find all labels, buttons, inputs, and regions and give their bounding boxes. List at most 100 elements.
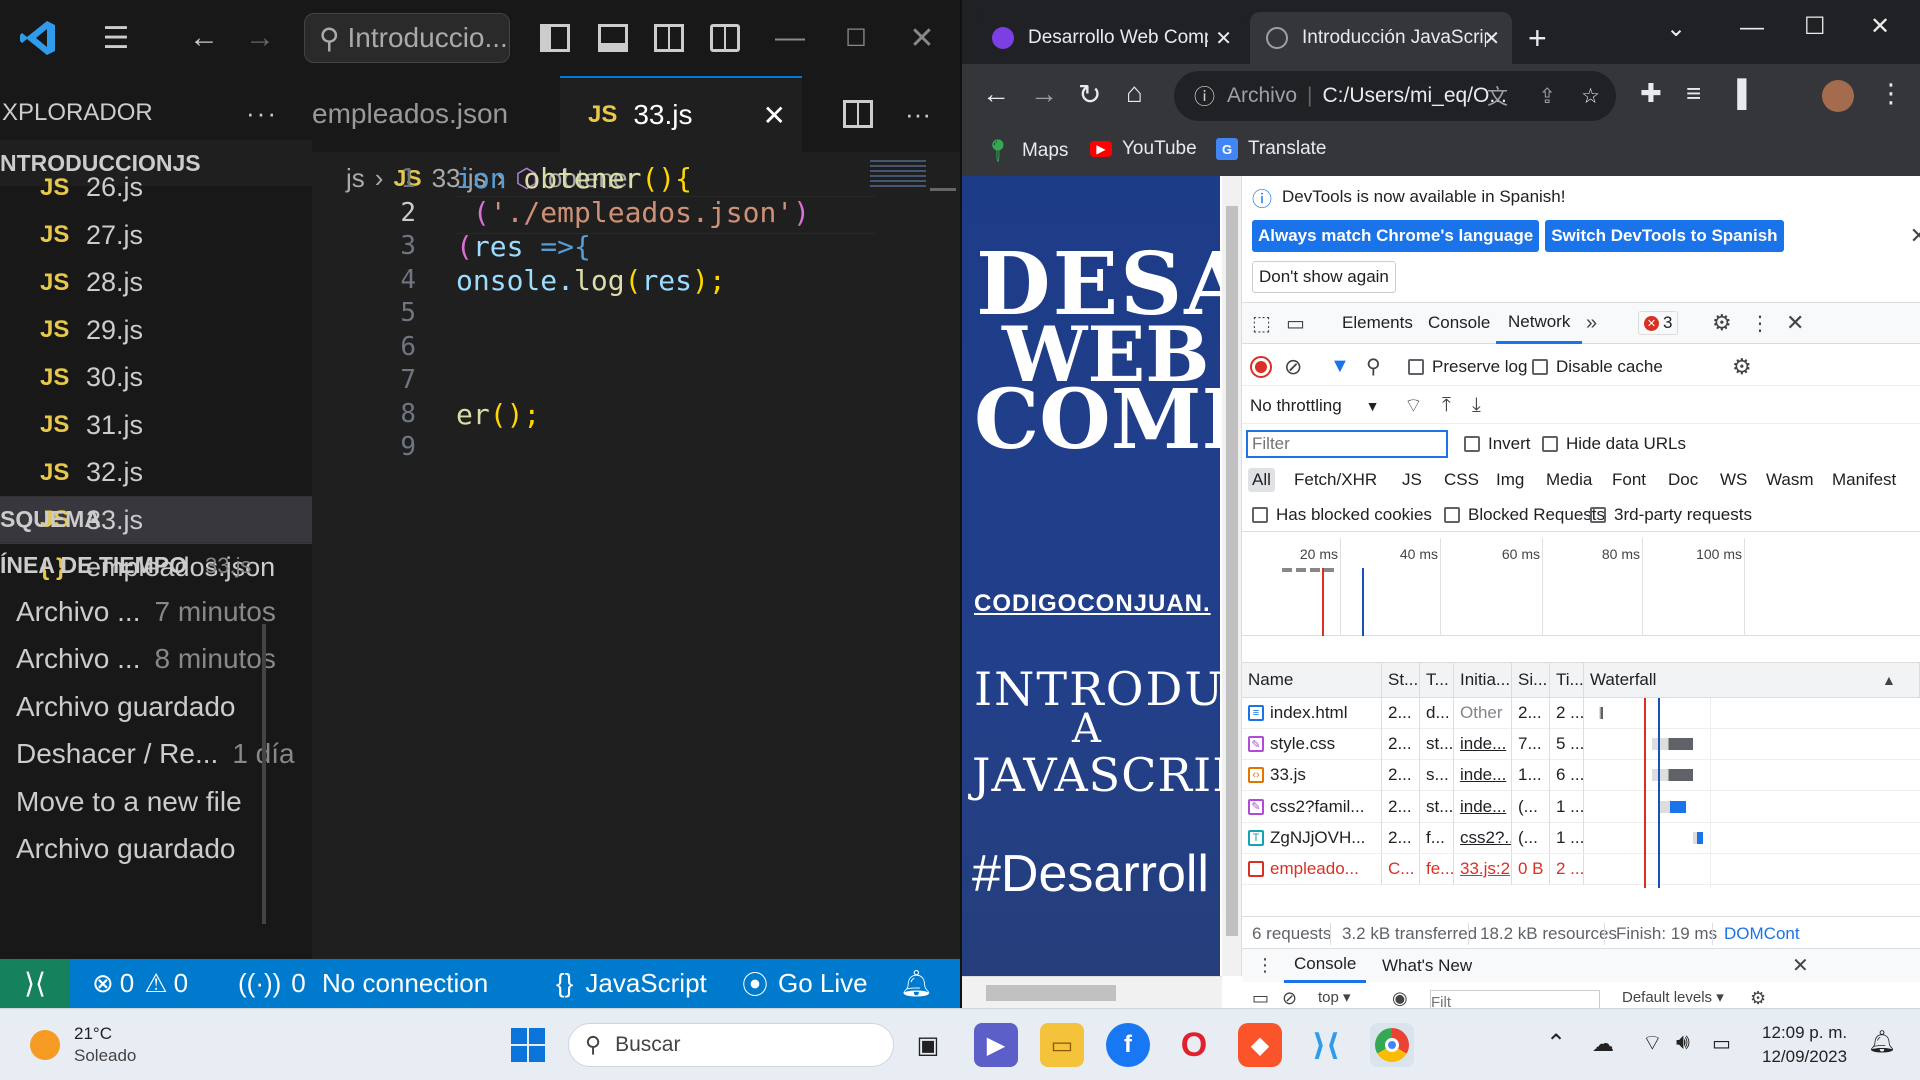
type-filter-media[interactable]: Media	[1542, 468, 1596, 492]
request-init[interactable]: css2?...	[1454, 822, 1512, 854]
network-settings-icon[interactable]: ⚙	[1732, 354, 1752, 380]
editor-more-icon[interactable]: ···	[898, 94, 938, 134]
console-filter-input[interactable]	[1430, 990, 1600, 1008]
close-window-icon[interactable]: ✕	[1870, 12, 1890, 41]
notifications-icon[interactable]: 🔔︎	[900, 959, 933, 1008]
command-center-search[interactable]: ⚲ Introduccio...	[304, 13, 510, 63]
problems-button[interactable]: ⊗ 0 ⚠ 0	[92, 959, 188, 1008]
drawer-tab-whats-new[interactable]: What's New	[1382, 956, 1472, 976]
file-tree-item[interactable]: JS 27.js	[0, 212, 312, 259]
minimap[interactable]	[870, 160, 926, 190]
brave-icon[interactable]: ◆	[1238, 1023, 1282, 1067]
share-icon[interactable]: ⇪	[1538, 84, 1556, 109]
more-tabs-icon[interactable]: »	[1586, 312, 1597, 335]
column-header-col3[interactable]: Initia...	[1454, 662, 1512, 698]
connection-status[interactable]: No connection	[322, 959, 488, 1008]
devtools-left-scrollbar[interactable]	[1222, 176, 1242, 976]
sidebar-toggle-icon[interactable]: ▭	[1252, 988, 1269, 1008]
editor-scrollbar[interactable]	[930, 188, 956, 191]
blocked-requests-checkbox[interactable]: Blocked Requests	[1444, 505, 1605, 525]
outline-header[interactable]: SQUEMA	[0, 496, 312, 542]
file-tree-item[interactable]: JS 32.js	[0, 449, 312, 496]
drawer-tab-console[interactable]: Console	[1284, 949, 1367, 983]
clear-console-icon[interactable]: ⊘	[1282, 988, 1297, 1008]
type-filter-font[interactable]: Font	[1608, 468, 1650, 492]
maximize-icon[interactable]: ☐	[1804, 12, 1826, 41]
close-tab-icon[interactable]: ✕	[1483, 26, 1500, 51]
device-toolbar-icon[interactable]: ▭	[1286, 311, 1305, 336]
home-icon[interactable]: ⌂	[1126, 77, 1143, 109]
clock[interactable]: 12:09 p. m. 12/09/2023	[1762, 1021, 1847, 1069]
taskbar-search[interactable]: ⚲ Buscar	[568, 1023, 894, 1067]
close-infobar-icon[interactable]: ✕	[1910, 223, 1920, 249]
tab-console[interactable]: Console	[1428, 313, 1490, 333]
network-error-icon[interactable]: ☁	[1592, 1031, 1614, 1057]
close-window-icon[interactable]: ✕	[902, 18, 942, 58]
column-header-col2[interactable]: T...	[1420, 662, 1454, 698]
network-overview-timeline[interactable]: 20 ms 40 ms 60 ms 80 ms 100 ms	[1242, 538, 1920, 636]
customize-layout-icon[interactable]	[706, 20, 744, 56]
side-panel-icon[interactable]: ▐	[1728, 78, 1746, 109]
menu-icon[interactable]: ☰	[96, 18, 136, 58]
close-devtools-icon[interactable]: ✕	[1786, 310, 1804, 336]
tab-introduccion-javascript[interactable]: Introducción JavaScrip ✕	[1250, 12, 1512, 64]
network-request-row[interactable]: empleado... C... fe... 33.js:2 0 B2 ...	[1242, 853, 1920, 885]
timeline-item[interactable]: Archivo guardado	[16, 683, 249, 730]
profile-avatar[interactable]	[1822, 80, 1854, 112]
show-hidden-icons-chevron-icon[interactable]: ⌃	[1546, 1029, 1566, 1058]
request-init[interactable]: inde...	[1454, 791, 1512, 823]
back-arrow-icon[interactable]: ←	[982, 78, 1010, 110]
close-tab-icon[interactable]: ✕	[1215, 26, 1232, 51]
notification-center-icon[interactable]: 🔔︎	[1868, 1029, 1896, 1055]
volume-icon[interactable]: 🔊︎	[1676, 1029, 1690, 1055]
translate-icon[interactable]: 文	[1487, 81, 1508, 111]
opera-icon[interactable]: O	[1172, 1023, 1216, 1067]
toggle-secondary-sidebar-icon[interactable]	[650, 20, 688, 56]
column-header-waterfall[interactable]: Waterfall	[1584, 662, 1920, 698]
weather-widget[interactable]: 21°C Soleado	[30, 1023, 136, 1067]
bookmark-star-icon[interactable]: ☆	[1581, 84, 1600, 109]
close-drawer-icon[interactable]: ✕	[1792, 953, 1809, 978]
import-har-icon[interactable]: ⤒	[1442, 394, 1451, 417]
wifi-icon[interactable]: ⌔	[1642, 1029, 1663, 1057]
minimize-icon[interactable]: —	[1740, 14, 1764, 42]
drawer-menu-icon[interactable]: ⋮	[1256, 955, 1274, 976]
type-filter-img[interactable]: Img	[1492, 468, 1528, 492]
default-levels-select[interactable]: Default levels ▾	[1622, 988, 1724, 1006]
clear-icon[interactable]: ⊘	[1284, 354, 1302, 380]
toggle-sidebar-icon[interactable]	[536, 20, 574, 56]
network-request-row[interactable]: ✎ css2?famil... 2... st... inde... (... 1 ...	[1242, 791, 1920, 823]
inspect-element-icon[interactable]: ⬚	[1252, 311, 1271, 336]
file-explorer-icon[interactable]: ▭	[1040, 1023, 1084, 1067]
facebook-icon[interactable]: f	[1106, 1023, 1150, 1067]
page-link[interactable]: CODIGOCONJUAN.	[974, 590, 1211, 618]
settings-gear-icon[interactable]: ⚙	[1712, 310, 1732, 336]
column-header-name[interactable]: Name	[1242, 662, 1382, 698]
always-match-language-button[interactable]: Always match Chrome's language	[1252, 220, 1540, 252]
timeline-item[interactable]: Deshacer / Re... 1 día	[16, 731, 295, 778]
file-tree-item[interactable]: JS 26.js	[0, 164, 312, 211]
close-tab-icon[interactable]: ✕	[763, 99, 786, 132]
network-request-row[interactable]: ≡ index.html 2... d... Other 2... 2 ...	[1242, 697, 1920, 729]
forward-arrow-icon[interactable]: →	[1030, 78, 1058, 110]
live-expression-icon[interactable]: ◉	[1392, 988, 1408, 1008]
vscode-taskbar-icon[interactable]: ⟩⟨	[1304, 1023, 1348, 1067]
request-init[interactable]: inde...	[1454, 728, 1512, 760]
filter-icon[interactable]: ▼	[1330, 355, 1350, 378]
bookmark-youtube[interactable]: ▶ YouTube	[1090, 138, 1197, 160]
teams-chat-icon[interactable]: ▶	[974, 1023, 1018, 1067]
column-header-col4[interactable]: Si...	[1512, 662, 1550, 698]
timeline-item[interactable]: Archivo guardado	[16, 826, 249, 873]
timeline-item[interactable]: Archivo ... 7 minutos	[16, 588, 276, 635]
tab-33-js[interactable]: JS 33.js ✕	[560, 76, 802, 152]
task-view-icon[interactable]: ▣	[906, 1023, 950, 1067]
switch-to-spanish-button[interactable]: Switch DevTools to Spanish	[1545, 220, 1784, 252]
network-request-row[interactable]: ✎ style.css 2... st... inde... 7... 5 ...	[1242, 728, 1920, 761]
timeline-header[interactable]: ÍNEA DE TIEMPO 33.js	[0, 542, 312, 588]
file-tree-item[interactable]: JS 30.js	[0, 354, 312, 401]
devtools-menu-icon[interactable]: ⋮	[1750, 311, 1770, 336]
search-icon[interactable]: ⚲	[1366, 354, 1381, 379]
context-select[interactable]: top ▾	[1318, 988, 1351, 1006]
file-tree-item[interactable]: JS 28.js	[0, 259, 312, 306]
request-init[interactable]: inde...	[1454, 759, 1512, 791]
